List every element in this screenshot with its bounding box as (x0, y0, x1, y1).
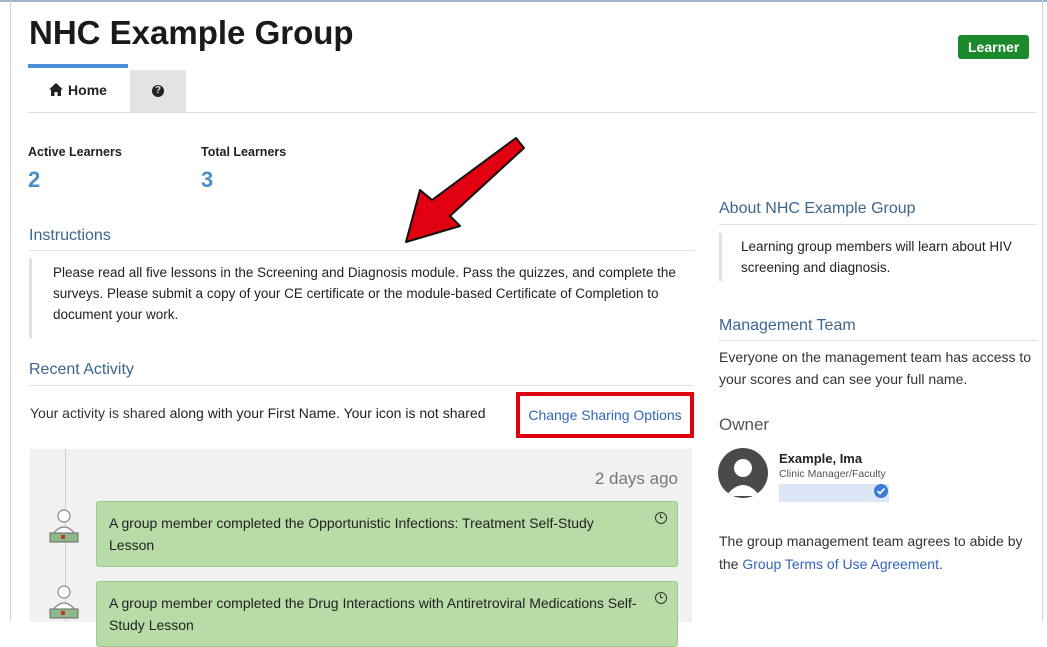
activity-item-text: A group member completed the Drug Intera… (109, 595, 637, 633)
sharing-text-1: Your activity is shared (30, 405, 166, 421)
terms-of-use-link[interactable]: Group Terms of Use Agreement (742, 556, 939, 572)
page-title: NHC Example Group (29, 14, 354, 51)
about-heading: About NHC Example Group (719, 200, 916, 217)
learner-avatar-icon (49, 509, 79, 543)
sharing-status: Your activity is shared along with your … (30, 405, 486, 421)
management-divider (719, 340, 1037, 341)
instructions-body: Please read all five lessons in the Scre… (29, 258, 694, 338)
tab-home-label: Home (68, 81, 107, 98)
avatar (718, 448, 768, 498)
recent-activity-heading: Recent Activity (29, 361, 134, 378)
top-border (0, 0, 1047, 2)
verified-check-icon (874, 484, 888, 498)
home-icon (49, 83, 64, 96)
learner-avatar-icon (49, 585, 79, 619)
user-silhouette-icon (726, 459, 760, 496)
about-text: Learning group members will learn about … (719, 233, 1037, 281)
activity-time: 2 days ago (594, 469, 678, 488)
clock-icon (655, 512, 667, 524)
activity-feed: 2 days ago A group member completed the … (30, 449, 692, 647)
question-circle-icon: ? (152, 85, 164, 97)
instructions-divider (29, 250, 694, 251)
terms-statement: The group management team agrees to abid… (719, 530, 1039, 576)
activity-item: A group member completed the Drug Intera… (96, 581, 678, 647)
management-text: Everyone on the management team has acce… (719, 349, 1032, 387)
active-learners-value: 2 (28, 167, 41, 192)
change-sharing-label: Change Sharing Options (528, 407, 682, 423)
management-heading: Management Team (719, 317, 856, 334)
tab-home[interactable]: Home (28, 64, 128, 111)
activity-item: A group member completed the Opportunist… (96, 501, 678, 567)
active-learners-label: Active Learners (28, 145, 122, 159)
owner-detail-bar (779, 484, 889, 502)
right-border (1042, 0, 1043, 622)
tab-help[interactable]: ? (130, 70, 186, 112)
role-badge: Learner (958, 35, 1030, 59)
activity-divider (29, 385, 694, 386)
red-arrow-annotation (405, 137, 525, 243)
sharing-text-2: along with your First Name. Your icon is… (169, 405, 486, 421)
owner-name: Example, Ima (779, 451, 863, 466)
total-learners-label: Total Learners (201, 145, 287, 159)
owner-role: Clinic Manager/Faculty (779, 468, 886, 480)
terms-period: . (938, 556, 943, 572)
about-divider (719, 224, 1037, 225)
left-border (10, 0, 11, 622)
change-sharing-options-link[interactable]: Change Sharing Options (516, 392, 694, 438)
instructions-heading: Instructions (29, 227, 111, 244)
activity-item-text: A group member completed the Opportunist… (109, 515, 594, 553)
owner-heading: Owner (719, 415, 770, 434)
tab-bar: Home ? (28, 64, 1036, 113)
clock-icon (655, 592, 667, 604)
total-learners-value: 3 (201, 167, 214, 192)
